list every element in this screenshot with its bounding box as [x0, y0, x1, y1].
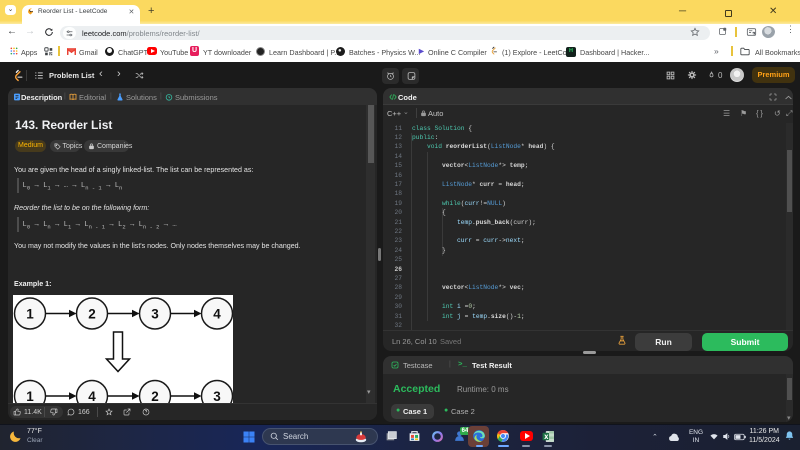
svg-text:1: 1	[26, 389, 34, 403]
svg-text:2: 2	[151, 389, 159, 403]
svg-text:1: 1	[26, 307, 34, 322]
svg-text:4: 4	[213, 307, 221, 322]
svg-text:3: 3	[213, 389, 221, 403]
svg-text:4: 4	[88, 389, 96, 403]
svg-text:2: 2	[88, 307, 96, 322]
svg-text:3: 3	[151, 307, 159, 322]
